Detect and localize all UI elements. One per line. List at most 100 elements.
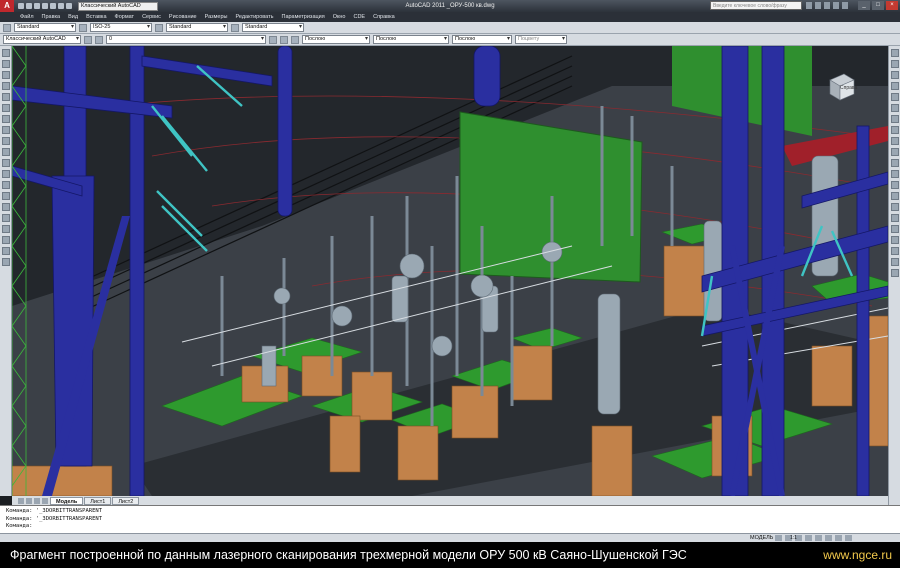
tab-prev-icon[interactable] (26, 497, 32, 504)
undo-icon[interactable] (50, 3, 56, 9)
quick-view-layouts-icon[interactable] (775, 535, 782, 541)
rotate-icon[interactable] (891, 115, 899, 123)
xline-icon[interactable] (2, 60, 10, 68)
menu-item[interactable]: Правка (42, 14, 61, 20)
drawing-viewport[interactable]: Справа (12, 46, 888, 496)
communication-icon[interactable] (824, 2, 830, 9)
text-style-select[interactable]: Standard (14, 23, 76, 32)
new-icon[interactable] (18, 3, 24, 9)
search-icon[interactable] (806, 2, 812, 9)
ellipse-arc-icon[interactable] (2, 159, 10, 167)
chamfer-icon[interactable] (891, 203, 899, 211)
layer-select[interactable]: 0 (106, 35, 266, 44)
command-prompt[interactable]: Команда: (6, 523, 894, 531)
plotstyle-select[interactable]: Поцвету (515, 35, 567, 44)
polyline-icon[interactable] (2, 71, 10, 79)
menu-item[interactable]: Редактировать (235, 14, 273, 20)
line-icon[interactable] (2, 49, 10, 57)
point-icon[interactable] (2, 192, 10, 200)
extend-icon[interactable] (891, 159, 899, 167)
region-icon[interactable] (2, 225, 10, 233)
layout-tab[interactable]: Модель (50, 496, 84, 505)
menu-item[interactable]: CDE (353, 14, 365, 20)
linetype-select[interactable]: Послою (373, 35, 449, 44)
workspace-select[interactable]: Классический AutoCAD (78, 1, 158, 11)
layer-manager-icon[interactable] (95, 35, 103, 44)
break-at-point-icon[interactable] (891, 170, 899, 178)
break-icon[interactable] (891, 181, 899, 189)
layout-tab[interactable]: Лист1 (84, 496, 112, 505)
trim-icon[interactable] (891, 148, 899, 156)
table-style-select[interactable]: Standard (166, 23, 228, 32)
array-icon[interactable] (891, 93, 899, 101)
text-style-icon[interactable] (3, 23, 11, 32)
hatch-icon[interactable] (2, 203, 10, 211)
menu-item[interactable]: Файл (20, 14, 34, 20)
favorites-icon[interactable] (833, 2, 839, 9)
tab-last-icon[interactable] (42, 497, 48, 504)
command-line[interactable]: Команда: '_3DORBITTRANSPARENT Команда: '… (0, 505, 900, 533)
annotation-scale[interactable]: 1:1 (790, 535, 797, 541)
menu-item[interactable]: Рисование (169, 14, 197, 20)
scale-icon[interactable] (891, 126, 899, 134)
color-select[interactable]: Послою (302, 35, 370, 44)
annotation-scale-icon[interactable] (815, 535, 822, 541)
minimize-button[interactable]: _ (858, 1, 870, 10)
gradient-icon[interactable] (2, 214, 10, 222)
help-icon[interactable] (842, 2, 848, 9)
menu-item[interactable]: Сервис (142, 14, 161, 20)
dim-style-select[interactable]: ISO-25 (90, 23, 152, 32)
table-icon[interactable] (2, 236, 10, 244)
orbit-icon[interactable] (891, 247, 899, 255)
save-icon[interactable] (34, 3, 40, 9)
open-icon[interactable] (26, 3, 32, 9)
lock-icon[interactable] (835, 535, 842, 541)
join-icon[interactable] (891, 192, 899, 200)
mleader-style-select[interactable]: Standard (242, 23, 304, 32)
arc-icon[interactable] (2, 104, 10, 112)
menu-item[interactable]: Окно (333, 14, 346, 20)
menu-item[interactable]: Вид (68, 14, 78, 20)
zoom-tool-icon[interactable] (891, 269, 899, 277)
move-icon[interactable] (891, 104, 899, 112)
tab-next-icon[interactable] (34, 497, 40, 504)
zoom-icon[interactable] (805, 535, 812, 541)
explode-icon[interactable] (891, 236, 899, 244)
menu-item[interactable]: Вставка (86, 14, 106, 20)
tab-first-icon[interactable] (18, 497, 24, 504)
viewcube[interactable]: Справа (824, 70, 858, 104)
polygon-icon[interactable] (2, 82, 10, 90)
close-button[interactable]: × (886, 1, 898, 10)
erase-icon[interactable] (891, 49, 899, 57)
insert-block-icon[interactable] (2, 170, 10, 178)
search-input[interactable]: Введите ключевое слово/фразу (710, 1, 802, 10)
lineweight-select[interactable]: Послою (452, 35, 512, 44)
menu-item[interactable]: Справка (373, 14, 395, 20)
layer-previous-icon[interactable] (280, 35, 288, 44)
redo-icon[interactable] (58, 3, 64, 9)
clean-screen-icon[interactable] (845, 535, 852, 541)
pan-tool-icon[interactable] (891, 258, 899, 266)
mleader-style-icon[interactable] (231, 23, 239, 32)
workspace-switch-icon[interactable] (825, 535, 832, 541)
subscription-icon[interactable] (815, 2, 821, 9)
gear-icon[interactable] (84, 35, 92, 44)
make-current-layer-icon[interactable] (269, 35, 277, 44)
blend-icon[interactable] (891, 225, 899, 233)
circle-icon[interactable] (2, 115, 10, 123)
workspace-combo[interactable]: Классический AutoCAD (3, 35, 81, 44)
spline-icon[interactable] (2, 137, 10, 145)
ellipse-icon[interactable] (2, 148, 10, 156)
app-menu-button[interactable]: A (0, 0, 14, 12)
copy-icon[interactable] (891, 60, 899, 68)
add-selected-icon[interactable] (2, 258, 10, 266)
layout-tab[interactable]: Лист2 (112, 496, 140, 505)
save-as-icon[interactable] (42, 3, 48, 9)
dim-style-icon[interactable] (79, 23, 87, 32)
table-style-icon[interactable] (155, 23, 163, 32)
plot-icon[interactable] (66, 3, 72, 9)
revcloud-icon[interactable] (2, 126, 10, 134)
maximize-button[interactable]: □ (872, 1, 884, 10)
make-block-icon[interactable] (2, 181, 10, 189)
caption-url[interactable]: www.ngce.ru (823, 548, 892, 562)
